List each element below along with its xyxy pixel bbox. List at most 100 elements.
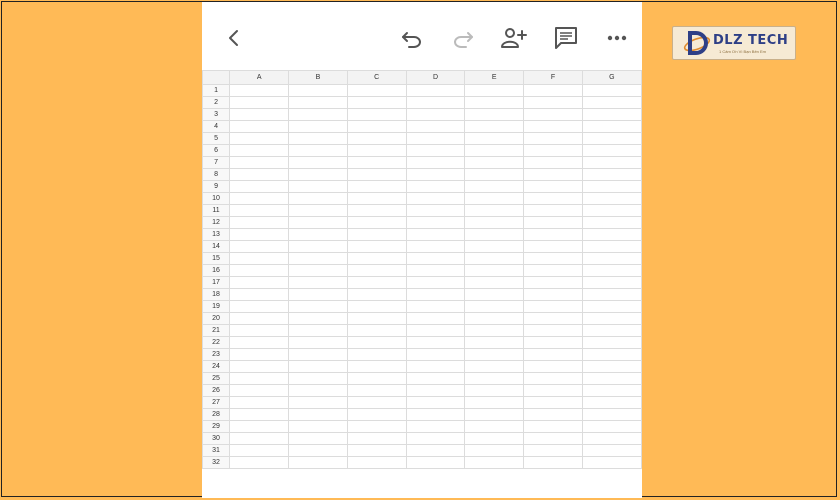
cell[interactable] xyxy=(523,420,583,433)
cell[interactable] xyxy=(346,120,407,133)
cell[interactable] xyxy=(346,84,407,97)
cell[interactable] xyxy=(346,252,407,265)
cell[interactable] xyxy=(581,396,642,409)
cell[interactable] xyxy=(405,216,466,229)
cell[interactable] xyxy=(346,264,407,277)
cell[interactable] xyxy=(581,144,642,157)
cell[interactable] xyxy=(581,204,642,217)
cell[interactable] xyxy=(288,132,348,145)
cell[interactable] xyxy=(346,108,407,121)
row-header[interactable]: 9 xyxy=(202,180,231,193)
cell[interactable] xyxy=(464,432,525,445)
cell[interactable] xyxy=(523,396,583,409)
cell[interactable] xyxy=(229,240,290,253)
cell[interactable] xyxy=(523,276,583,289)
cell[interactable] xyxy=(346,408,407,421)
row-header[interactable]: 19 xyxy=(202,300,231,313)
cell[interactable] xyxy=(581,336,642,349)
cell[interactable] xyxy=(464,348,525,361)
back-button[interactable] xyxy=(218,22,250,54)
cell[interactable] xyxy=(405,408,466,421)
cell[interactable] xyxy=(229,228,290,241)
row-header[interactable]: 32 xyxy=(202,456,231,469)
cell[interactable] xyxy=(229,336,290,349)
cell[interactable] xyxy=(405,252,466,265)
row-header[interactable]: 21 xyxy=(202,324,231,337)
cell[interactable] xyxy=(405,144,466,157)
cell[interactable] xyxy=(523,372,583,385)
cell[interactable] xyxy=(464,108,525,121)
cell[interactable] xyxy=(523,132,583,145)
row-header[interactable]: 18 xyxy=(202,288,231,301)
cell[interactable] xyxy=(464,444,525,457)
cell[interactable] xyxy=(346,348,407,361)
cell[interactable] xyxy=(464,96,525,109)
cell[interactable] xyxy=(288,396,348,409)
cell[interactable] xyxy=(581,432,642,445)
cell[interactable] xyxy=(346,156,407,169)
cell[interactable] xyxy=(229,288,290,301)
cell[interactable] xyxy=(523,348,583,361)
cell[interactable] xyxy=(405,168,466,181)
cell[interactable] xyxy=(581,240,642,253)
cell[interactable] xyxy=(288,360,348,373)
cell[interactable] xyxy=(405,300,466,313)
cell[interactable] xyxy=(288,240,348,253)
cell[interactable] xyxy=(464,180,525,193)
cell[interactable] xyxy=(523,384,583,397)
row-header[interactable]: 15 xyxy=(202,252,231,265)
cell[interactable] xyxy=(229,408,290,421)
cell[interactable] xyxy=(581,360,642,373)
cell[interactable] xyxy=(464,300,525,313)
cell[interactable] xyxy=(523,144,583,157)
cell[interactable] xyxy=(464,288,525,301)
cell[interactable] xyxy=(464,144,525,157)
cell[interactable] xyxy=(581,384,642,397)
cell[interactable] xyxy=(288,444,348,457)
cell[interactable] xyxy=(288,84,348,97)
column-header[interactable]: G xyxy=(581,70,642,85)
cell[interactable] xyxy=(581,300,642,313)
cell[interactable] xyxy=(346,288,407,301)
cell[interactable] xyxy=(288,312,348,325)
cell[interactable] xyxy=(288,192,348,205)
cell[interactable] xyxy=(523,444,583,457)
cell[interactable] xyxy=(405,276,466,289)
cell[interactable] xyxy=(229,384,290,397)
cell[interactable] xyxy=(346,204,407,217)
cell[interactable] xyxy=(581,228,642,241)
redo-button[interactable] xyxy=(447,22,479,54)
cell[interactable] xyxy=(523,336,583,349)
cell[interactable] xyxy=(288,372,348,385)
cell[interactable] xyxy=(288,408,348,421)
cell[interactable] xyxy=(581,108,642,121)
cell[interactable] xyxy=(288,168,348,181)
cell[interactable] xyxy=(229,372,290,385)
cell[interactable] xyxy=(464,408,525,421)
row-header[interactable]: 12 xyxy=(202,216,231,229)
cell[interactable] xyxy=(581,132,642,145)
cell[interactable] xyxy=(464,420,525,433)
cell[interactable] xyxy=(288,108,348,121)
cell[interactable] xyxy=(346,300,407,313)
cell[interactable] xyxy=(464,204,525,217)
cell[interactable] xyxy=(523,312,583,325)
share-button[interactable] xyxy=(498,22,530,54)
cell[interactable] xyxy=(405,132,466,145)
cell[interactable] xyxy=(346,456,407,469)
cell[interactable] xyxy=(229,264,290,277)
cell[interactable] xyxy=(464,384,525,397)
cell[interactable] xyxy=(464,240,525,253)
cell[interactable] xyxy=(229,444,290,457)
cell[interactable] xyxy=(581,372,642,385)
cell[interactable] xyxy=(346,144,407,157)
cell[interactable] xyxy=(523,216,583,229)
cell[interactable] xyxy=(288,120,348,133)
cell[interactable] xyxy=(581,192,642,205)
cell[interactable] xyxy=(346,192,407,205)
cell[interactable] xyxy=(581,420,642,433)
cell[interactable] xyxy=(464,252,525,265)
cell[interactable] xyxy=(229,324,290,337)
cell[interactable] xyxy=(229,276,290,289)
cell[interactable] xyxy=(288,252,348,265)
